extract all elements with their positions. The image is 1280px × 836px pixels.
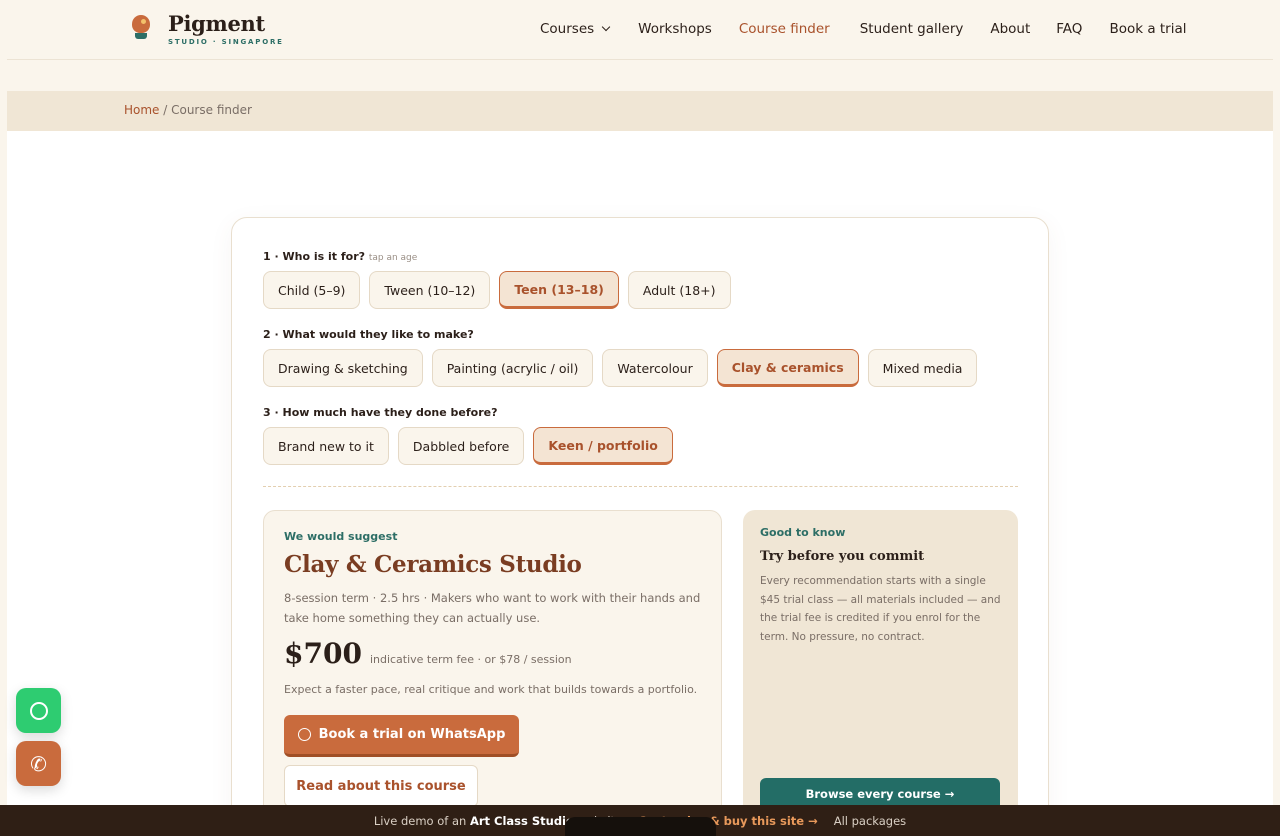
chip-medium-watercolour[interactable]: Watercolour [602,349,708,387]
chip-exp-dabbled[interactable]: Dabbled before [397,427,525,465]
chevron-down-icon [601,22,611,32]
logo[interactable]: Pigment STUDIO · SINGAPORE [131,12,284,46]
read-about-course-button[interactable]: Read about this course [284,765,478,807]
nav-student-gallery[interactable]: Student gallery [860,21,964,37]
breadcrumb-current: Course finder [171,103,252,117]
chip-medium-mixed[interactable]: Mixed media [867,349,978,387]
nav-courses[interactable]: Courses [540,21,611,37]
breadcrumb-bar: Home / Course finder [7,91,1273,131]
question-medium-label: 2 · What would they like to make? [263,328,474,341]
question-age-hint: tap an age [368,253,418,263]
chip-age-tween[interactable]: Tween (10–12) [369,271,491,309]
good-to-know-label: Good to know [760,526,846,539]
demo-bar-product: Art Class Studio [469,813,574,828]
breadcrumb-home[interactable]: Home [124,103,159,117]
nav-workshops[interactable]: Workshops [638,21,712,37]
logo-subtitle: STUDIO · SINGAPORE [168,38,284,46]
question-age: 1 · Who is it for? tap an age [263,250,417,263]
medium-options: Drawing & sketching Painting (acrylic / … [263,349,978,387]
good-to-know-title: Try before you commit [760,549,925,564]
suggestion-pace: Expect a faster pace, real critique and … [284,683,698,696]
logo-icon [131,15,151,41]
chat-bubble-icon [297,728,311,741]
chip-age-adult[interactable]: Adult (18+) [627,271,731,309]
question-medium: 2 · What would they like to make? [263,328,474,341]
nav-course-finder[interactable]: Course finder [739,21,830,37]
suggestion-label: We would suggest [284,530,398,543]
suggestion-panel: We would suggest Clay & Ceramics Studio … [263,510,722,830]
suggestion-price-note: indicative term fee · or $78 / session [369,653,572,666]
demo-bar-prefix: Live demo of an [373,813,467,828]
breadcrumb-separator: / [159,103,172,117]
nav-book-trial[interactable]: Book a trial [1109,21,1186,37]
question-experience: 3 · How much have they done before? [263,406,497,419]
suggestion-description: 8-session term · 2.5 hrs · Makers who wa… [284,591,701,625]
chip-age-teen[interactable]: Teen (13–18) [499,271,619,309]
whatsapp-float-button[interactable] [16,688,61,733]
mini-toolbar[interactable] [565,817,716,836]
suggestion-title: Clay & Ceramics Studio [284,551,582,578]
chip-exp-new[interactable]: Brand new to it [263,427,389,465]
chip-medium-drawing[interactable]: Drawing & sketching [263,349,423,387]
nav-faq[interactable]: FAQ [1056,21,1082,37]
chip-exp-keen[interactable]: Keen / portfolio [533,427,673,465]
breadcrumb: Home / Course finder [124,103,252,117]
good-to-know-text: Every recommendation starts with a singl… [760,575,1001,643]
suggestion-price: $700 [284,637,362,670]
chip-medium-painting[interactable]: Painting (acrylic / oil) [431,349,594,387]
phone-icon: ✆ [30,751,47,776]
nav-courses-label: Courses [540,21,595,37]
book-trial-whatsapp-button[interactable]: Book a trial on WhatsApp [284,715,519,757]
question-experience-label: 3 · How much have they done before? [263,406,498,419]
chip-medium-clay[interactable]: Clay & ceramics [716,349,859,387]
main-nav: Courses Workshops Course finder Student … [540,21,1187,37]
experience-options: Brand new to it Dabbled before Keen / po… [263,427,673,465]
book-trial-whatsapp-label: Book a trial on WhatsApp [318,727,506,742]
divider [263,486,1018,487]
age-options: Child (5–9) Tween (10–12) Teen (13–18) A… [263,271,731,309]
logo-name: Pigment [168,11,265,36]
site-header: Pigment STUDIO · SINGAPORE Courses Works… [7,0,1273,60]
suggestion-price-row: $700 indicative term fee · or $78 / sess… [284,637,572,670]
nav-about[interactable]: About [990,21,1030,37]
all-packages-link[interactable]: All packages [834,814,906,828]
chip-age-child[interactable]: Child (5–9) [263,271,361,309]
question-age-label: 1 · Who is it for? [263,250,365,263]
good-to-know-panel: Good to know Try before you commit Every… [743,510,1018,830]
whatsapp-icon [29,701,48,720]
course-finder-card: 1 · Who is it for? tap an age Child (5–9… [231,217,1049,836]
phone-float-button[interactable]: ✆ [16,741,61,786]
